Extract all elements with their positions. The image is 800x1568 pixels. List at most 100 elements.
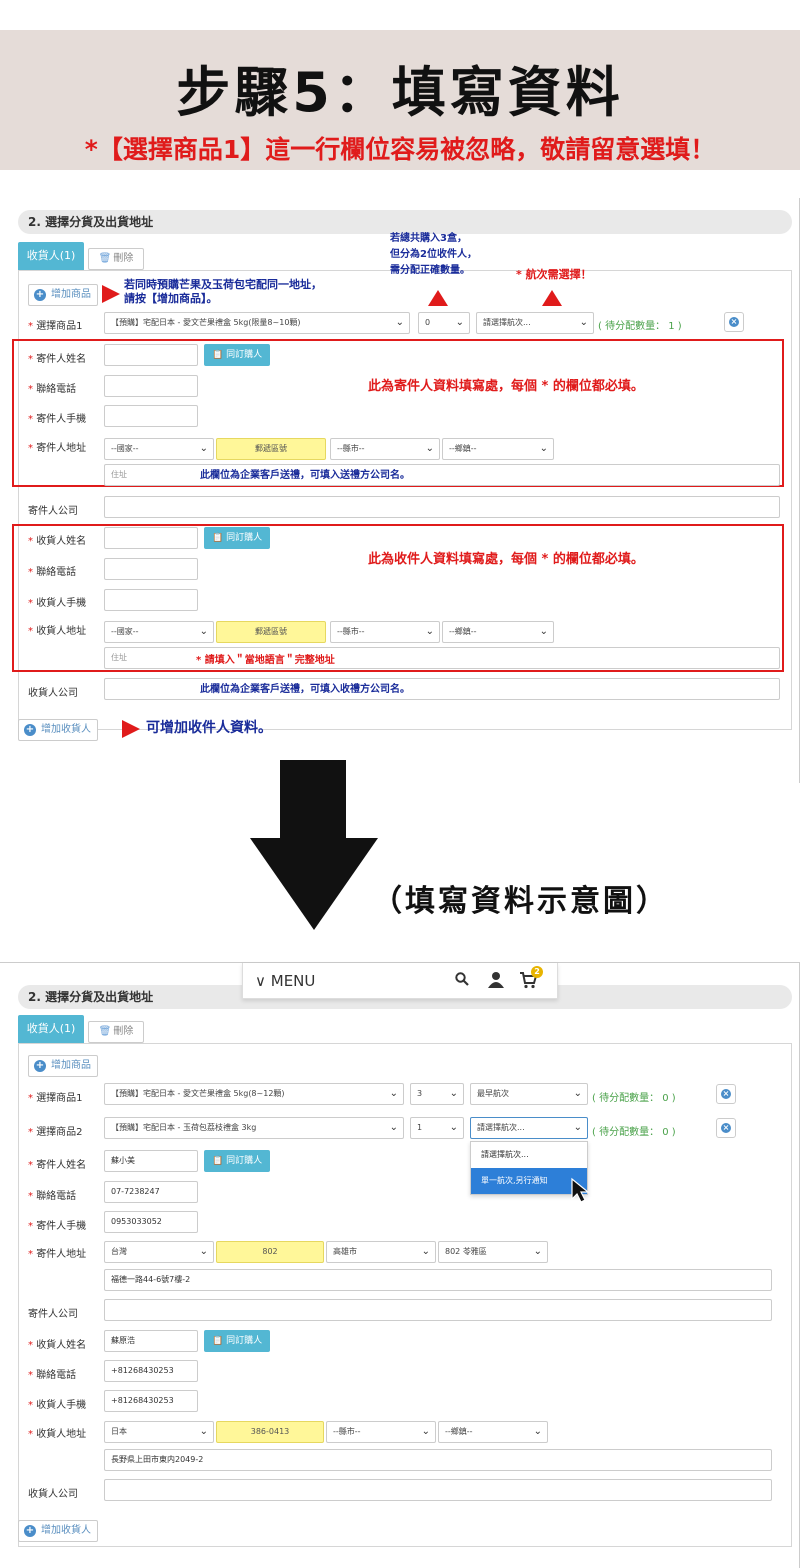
recipient-zip-input[interactable]: 386-0413 [216,1421,324,1443]
chevron-down-icon: ⌄ [421,1246,430,1257]
tab-delete[interactable]: 🗑 刪除 [88,1021,144,1043]
add-recipient-button[interactable]: + 增加收貨人 [18,719,98,741]
add-product-button[interactable]: + 增加商品 [28,284,98,306]
chevron-down-icon: ⌄ [539,626,548,637]
sender-district-select[interactable]: 802 苓雅區 ⌄ [438,1241,548,1263]
recipient-county-select[interactable]: --縣市-- ⌄ [326,1421,436,1443]
search-icon[interactable] [455,972,469,986]
note-add-recipient: 可增加收件人資料。 [146,720,272,736]
recipient-address-label: * 收貨人地址 [28,1429,87,1440]
note-add-product-2: 請按【增加商品】。 [124,292,218,305]
recipient-mobile-input[interactable] [104,589,198,611]
recipient-company-input[interactable] [104,1479,772,1501]
sender-same-as-buyer-button[interactable]: 📋 同訂購人 [204,1150,271,1172]
sender-company-input[interactable] [104,496,780,518]
add-recipient-label: 增加收貨人 [41,1525,91,1536]
product1-select[interactable]: 【預購】宅配日本 - 愛文芒果禮盒 5kg(8~12顆) ⌄ [104,1083,404,1105]
flight-option[interactable]: 請選擇航次... [471,1142,587,1168]
product1-label: * 選擇商品1 [28,1093,83,1104]
annotation-arrow-right [102,285,120,303]
chevron-down-icon: ⌄ [573,1088,582,1099]
sender-county-select[interactable]: --縣市-- ⌄ [330,438,440,460]
recipient-mobile-input[interactable]: +81268430253 [104,1390,198,1412]
plus-icon: + [34,1060,46,1072]
sender-zip-input[interactable]: 郵遞區號 [216,438,326,460]
sender-company-input[interactable] [104,1299,772,1321]
step-warning: *【選擇商品1】這一行欄位容易被忽略，敬請留意選填！ [84,135,716,164]
recipient-zip-input[interactable]: 郵遞區號 [216,621,326,643]
recipient-phone-input[interactable] [104,558,198,580]
annotated-form-panel: 2. 選擇分貨及出貨地址 收貨人(1) 🗑 刪除 + 增加商品 若同時預購芒果及玉荷… [0,198,800,783]
remove-product-button[interactable]: × [724,312,744,332]
sender-district-select[interactable]: --鄉鎮-- ⌄ [442,438,554,460]
cart-count-badge: 2 [531,966,543,978]
close-icon: × [729,317,739,327]
recipient-name-input[interactable]: 蘇原浩 [104,1330,198,1352]
recipient-street-input[interactable]: 長野県上田市東内2049-2 [104,1449,772,1471]
sender-street-input[interactable]: 福德一路44-6號7樓-2 [104,1269,772,1291]
tab-delete[interactable]: 🗑 刪除 [88,248,144,270]
remove-product2-button[interactable]: × [716,1118,736,1138]
sender-name-input[interactable]: 蘇小美 [104,1150,198,1172]
annotation-arrow-up-flight [542,290,562,306]
recipient-county-select[interactable]: --縣市-- ⌄ [330,621,440,643]
note-split-2: 但分為2位收件人， [390,249,477,260]
trash-icon: 🗑 [98,1026,112,1037]
recipient-phone-label: * 聯絡電話 [28,1370,77,1381]
chevron-down-icon: ⌄ [449,1088,458,1099]
annotation-arrow-up-qty [428,290,448,306]
recipient-same-as-buyer-button[interactable]: 📋 同訂購人 [204,527,271,549]
sender-name-input[interactable] [104,344,198,366]
recipient-phone-input[interactable]: +81268430253 [104,1360,198,1382]
step-title: 步驟5：填寫資料 [176,61,624,124]
product2-flight-select[interactable]: 請選擇航次... ⌄ [470,1117,588,1139]
note-add-product-1: 若同時預購芒果及玉荷包宅配同一地址， [124,278,322,291]
chevron-down-icon: ⌄ [533,1246,542,1257]
add-product-label: 增加商品 [51,1060,91,1071]
sender-mobile-label: * 寄件人手機 [28,1221,87,1232]
product2-qty-select[interactable]: 1 ⌄ [410,1117,464,1139]
product1-qty-select[interactable]: 0 ⌄ [418,312,470,334]
user-icon[interactable] [487,971,505,989]
close-icon: × [721,1089,731,1099]
chevron-down-icon: ⌄ [389,1088,398,1099]
tab-recipient-1[interactable]: 收貨人(1) [18,1015,84,1043]
recipient-district-select[interactable]: --鄉鎮-- ⌄ [442,621,554,643]
chevron-down-icon: ⌄ [199,443,208,454]
sender-phone-input[interactable]: 07-7238247 [104,1181,198,1203]
sender-address-label: * 寄件人地址 [28,443,87,454]
menu-toggle[interactable]: ∨ MENU [255,972,315,990]
recipient-name-input[interactable] [104,527,198,549]
sender-mobile-input[interactable]: 0953033052 [104,1211,198,1233]
add-product-button[interactable]: + 增加商品 [28,1055,98,1077]
recipient-district-select[interactable]: --鄉鎮-- ⌄ [438,1421,548,1443]
site-menu-bar: ∨ MENU 2 [242,963,558,999]
recipient-country-select[interactable]: 日本 ⌄ [104,1421,214,1443]
recipient-phone-label: * 聯絡電話 [28,567,77,578]
sender-country-select[interactable]: --國家-- ⌄ [104,438,214,460]
product1-flight-select[interactable]: 請選擇航次... ⌄ [476,312,594,334]
sender-same-as-buyer-button[interactable]: 📋 同訂購人 [204,344,271,366]
add-recipient-button[interactable]: + 增加收貨人 [18,1520,98,1542]
tab-delete-label: 刪除 [113,1026,134,1037]
recipient-same-as-buyer-button[interactable]: 📋 同訂購人 [204,1330,271,1352]
recipient-country-select[interactable]: --國家-- ⌄ [104,621,214,643]
filled-example-panel: 2. 選擇分貨及出貨地址 ∨ MENU 2 收貨人(1) 🗑 刪除 + 增加商品 *… [0,962,800,1568]
product1-pending: ( 待分配數量： 0 ) [592,1093,676,1104]
tab-recipient-1[interactable]: 收貨人(1) [18,242,84,270]
sender-county-select[interactable]: 高雄市 ⌄ [326,1241,436,1263]
sender-zip-input[interactable]: 802 [216,1241,324,1263]
note-sender-required: 此為寄件人資料填寫處，每個 * 的欄位都必填。 [368,379,644,394]
remove-product1-button[interactable]: × [716,1084,736,1104]
product2-select[interactable]: 【預購】宅配日本 - 玉荷包荔枝禮盒 3kg ⌄ [104,1117,404,1139]
sender-country-select[interactable]: 台灣 ⌄ [104,1241,214,1263]
recipient-company-label: 收貨人公司 [28,688,78,699]
sender-name-label: * 寄件人姓名 [28,1160,87,1171]
sender-phone-input[interactable] [104,375,198,397]
product1-flight-select[interactable]: 最早航次 ⌄ [470,1083,588,1105]
plus-icon: + [24,724,36,736]
product1-qty-select[interactable]: 3 ⌄ [410,1083,464,1105]
sender-mobile-input[interactable] [104,405,198,427]
product2-label: * 選擇商品2 [28,1127,83,1138]
product1-select[interactable]: 【預購】宅配日本 - 愛文芒果禮盒 5kg(限量8~10顆) ⌄ [104,312,410,334]
